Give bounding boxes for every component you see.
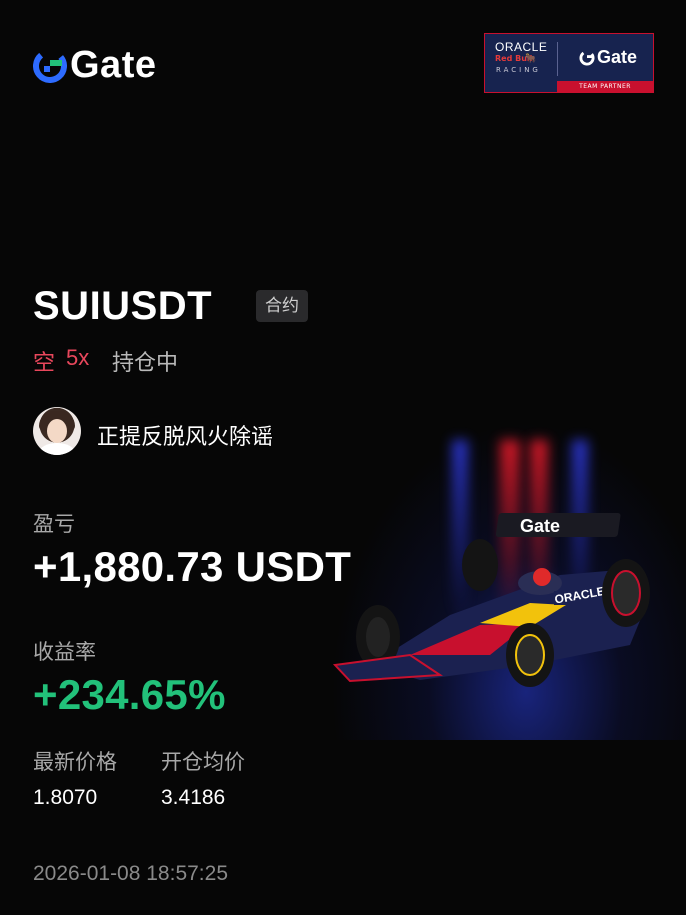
leverage: 5x: [66, 345, 90, 370]
banner-divider: [557, 42, 558, 76]
partner-gate-text: Gate: [597, 47, 638, 67]
entry-price-label: 开仓均价: [161, 750, 245, 774]
position-direction: 空: [33, 351, 56, 376]
team-partner-text: TEAM PARTNER: [557, 81, 653, 92]
team-partner-banner: ORACLE Red Bull 🐂 RACING Gate TEAM PARTN…: [484, 33, 654, 93]
pnl-value: +1,880.73 USDT: [33, 543, 352, 590]
position-status: 持仓中: [112, 351, 179, 376]
wing-gate-text: Gate: [520, 516, 560, 536]
pnl-label: 盈亏: [33, 512, 75, 536]
partner-gate-logo: Gate: [579, 47, 637, 68]
roi-value: +234.65%: [33, 671, 226, 718]
timestamp: 2026-01-08 18:57:25: [33, 862, 228, 885]
f1-car-image: Gate ORACLE: [332, 513, 650, 687]
user-nickname: 正提反脱风火除谣: [97, 425, 274, 450]
latest-price-value: 1.8070: [33, 786, 98, 809]
roi-label: 收益率: [33, 640, 96, 664]
latest-price-label: 最新价格: [33, 750, 117, 774]
gate-logo-icon: [579, 49, 595, 66]
gate-logo: Gate: [33, 44, 156, 87]
contract-symbol: SUIUSDT: [33, 284, 213, 328]
oracle-text: ORACLE: [495, 40, 548, 54]
contract-type-badge: 合约: [256, 290, 308, 322]
bull-icon: 🐂: [525, 54, 537, 64]
avatar: [33, 407, 81, 455]
entry-price-value: 3.4186: [161, 786, 226, 809]
gate-logo-icon: [33, 48, 67, 83]
racing-text: RACING: [496, 66, 541, 74]
brand-name: Gate: [70, 44, 157, 86]
